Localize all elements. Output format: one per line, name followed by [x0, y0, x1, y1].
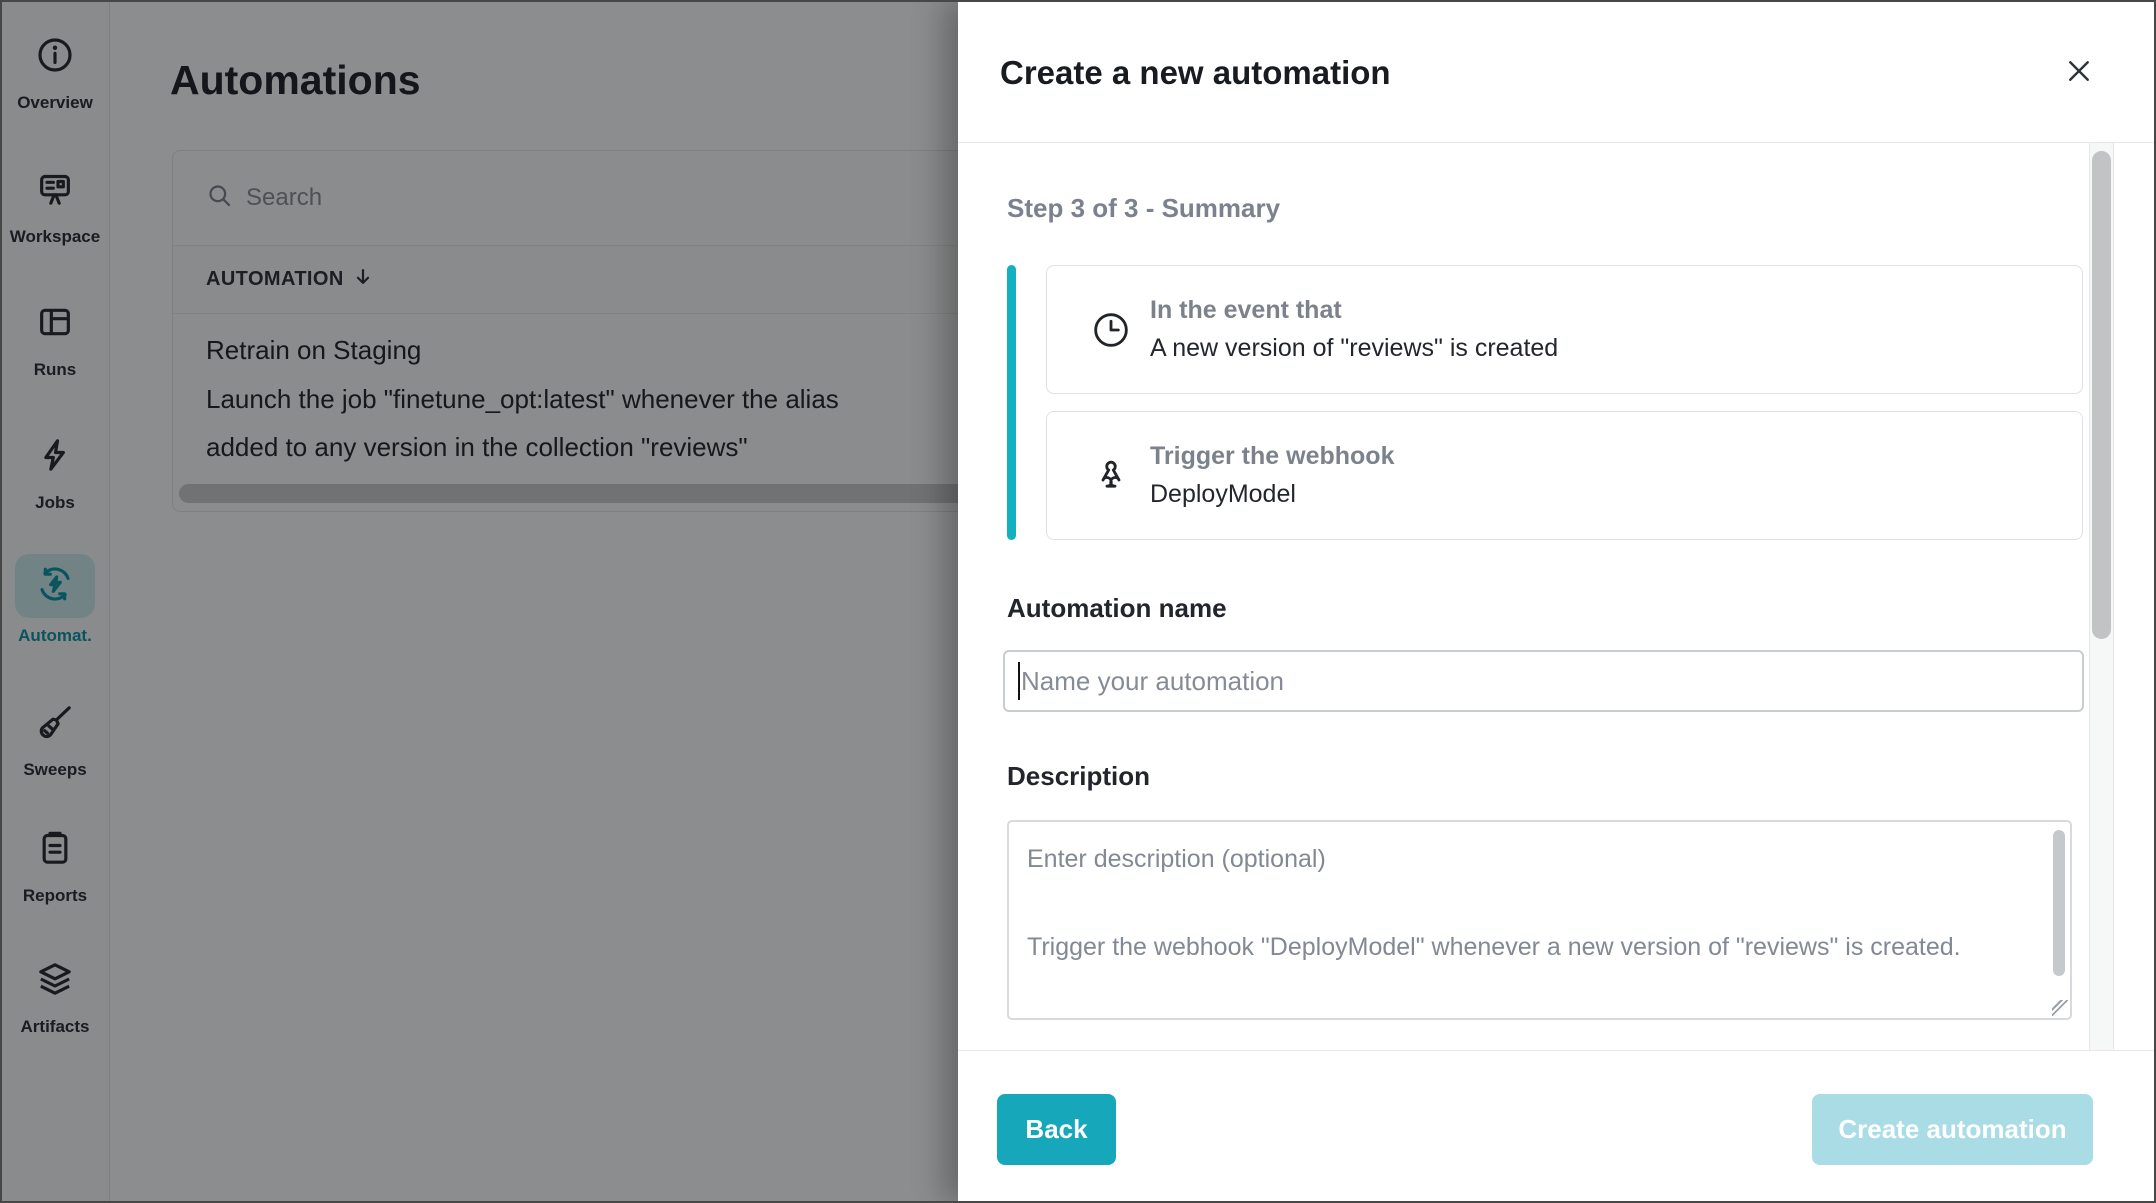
description-placeholder: Enter description (optional) Trigger the…	[1027, 837, 1987, 969]
resize-handle-icon[interactable]	[2052, 1000, 2068, 1016]
description-label: Description	[1007, 761, 1150, 792]
summary-card-value: A new version of "reviews" is created	[1150, 334, 1558, 363]
automation-name-field	[1003, 650, 2084, 712]
summary-card-label: In the event that	[1150, 296, 1558, 325]
clock-icon	[1091, 310, 1131, 350]
close-button[interactable]	[2060, 53, 2098, 91]
automation-name-input[interactable]	[1003, 650, 2084, 712]
webhook-icon	[1091, 456, 1131, 496]
create-automation-button[interactable]: Create automation	[1812, 1094, 2093, 1165]
drawer-scrollbar-thumb[interactable]	[2092, 151, 2111, 639]
drawer-scrollbar-track[interactable]	[2089, 143, 2114, 1050]
drawer-body: Step 3 of 3 - Summary In the event that …	[958, 143, 2156, 1050]
textarea-scrollbar-thumb[interactable]	[2053, 830, 2065, 976]
step-indicator: Step 3 of 3 - Summary	[1007, 193, 1280, 224]
drawer-header: Create a new automation	[958, 0, 2156, 143]
automation-name-label: Automation name	[1007, 593, 1227, 624]
summary-card-label: Trigger the webhook	[1150, 442, 1394, 471]
drawer-footer: Back Create automation	[958, 1050, 2156, 1203]
description-textarea[interactable]: Enter description (optional) Trigger the…	[1007, 820, 2072, 1020]
back-button[interactable]: Back	[997, 1094, 1116, 1165]
drawer-title: Create a new automation	[1000, 54, 1391, 92]
summary-card-event: In the event that A new version of "revi…	[1046, 265, 2083, 394]
close-icon	[2064, 56, 2094, 89]
summary-accent-bar	[1007, 265, 1016, 540]
create-automation-drawer: Create a new automation Step 3 of 3 - Su…	[958, 0, 2156, 1203]
summary-card-value: DeployModel	[1150, 480, 1394, 509]
text-cursor	[1018, 662, 1020, 700]
summary-card-action: Trigger the webhook DeployModel	[1046, 411, 2083, 540]
